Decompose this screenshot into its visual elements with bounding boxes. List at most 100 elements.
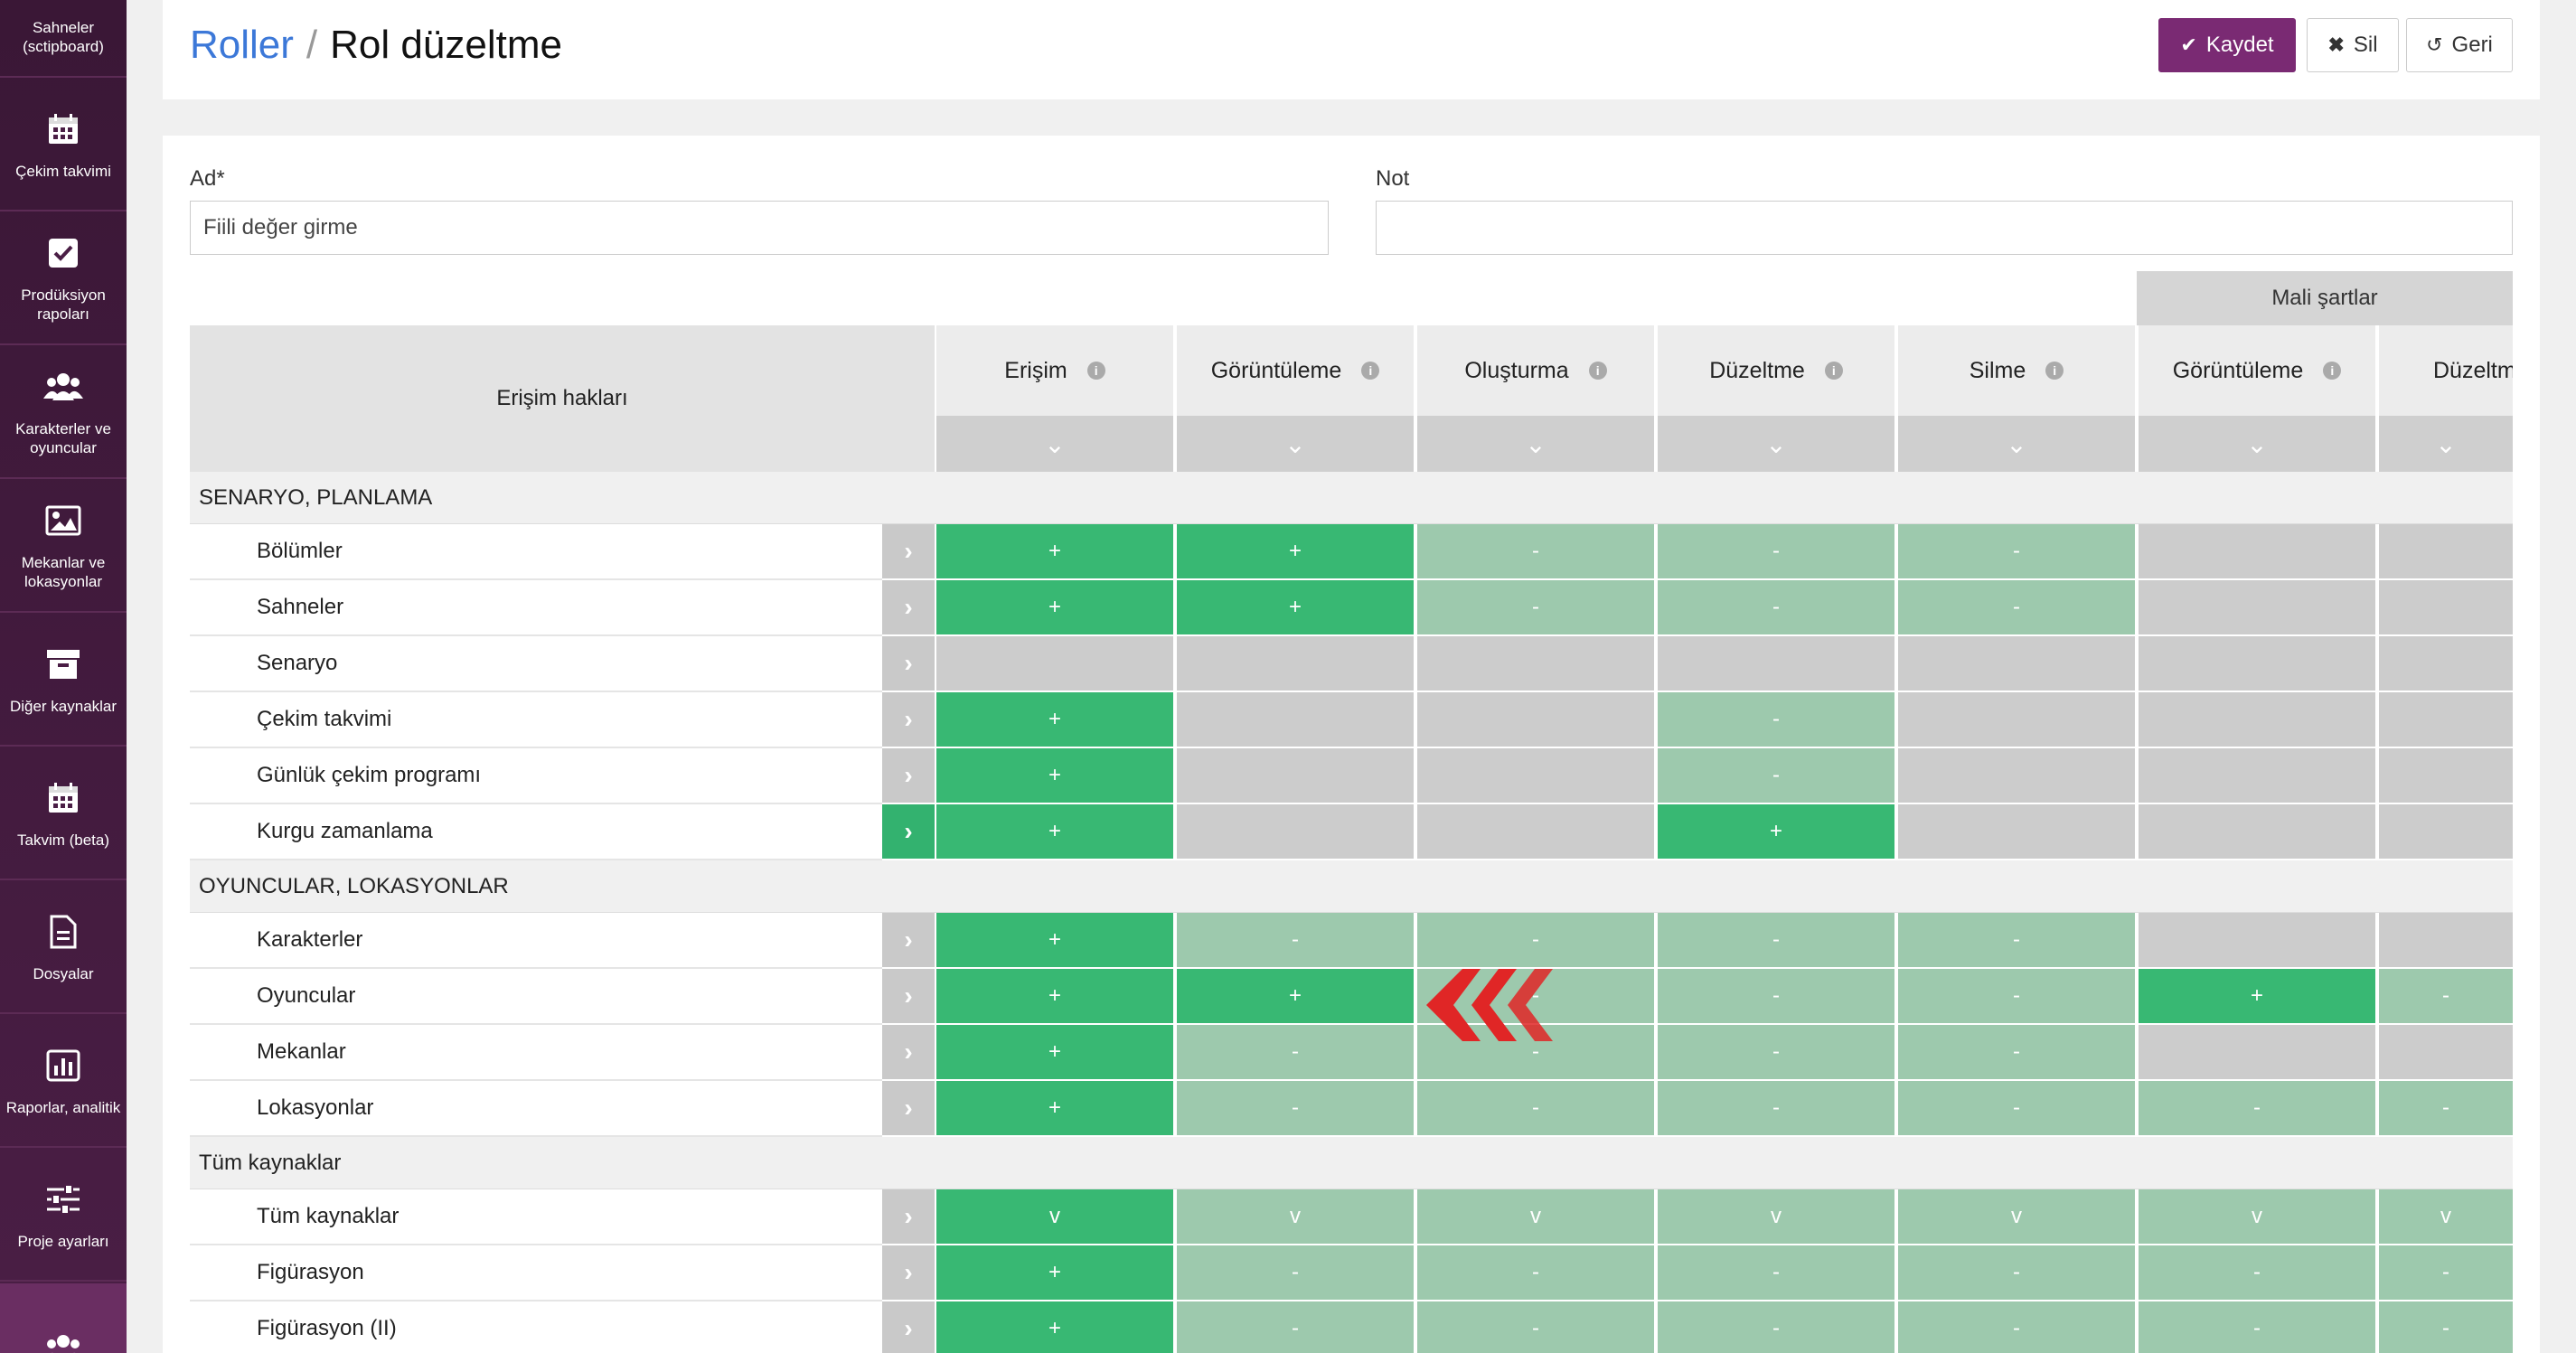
permission-cell[interactable] [2377,913,2513,969]
permission-cell[interactable] [2137,913,2375,969]
permission-cell[interactable] [1175,804,1414,860]
permission-cell[interactable] [1415,804,1654,860]
permission-cell[interactable]: - [1175,1301,1414,1353]
permission-cell[interactable]: + [935,913,1173,969]
info-icon[interactable]: i [1588,362,1607,380]
permission-cell[interactable] [2137,524,2375,580]
permission-cell[interactable] [1415,748,1654,804]
row-expand-chevron-right-icon[interactable]: › [882,969,935,1025]
permission-cell[interactable]: - [2377,1081,2513,1137]
info-icon[interactable]: i [2045,362,2064,380]
permission-cell[interactable]: - [1175,1081,1414,1137]
row-expand-chevron-right-icon[interactable]: › [882,524,935,580]
permission-cell[interactable] [935,636,1173,692]
sidebar-item-production-reports[interactable]: Prodüksiyon rapoları [0,213,127,345]
permission-cell[interactable] [1175,692,1414,748]
permission-cell[interactable] [2137,804,2375,860]
row-expand-chevron-right-icon[interactable]: › [882,913,935,969]
permission-cell[interactable]: - [1896,1245,2135,1301]
permission-cell[interactable]: - [1896,1081,2135,1137]
sidebar-item-project-settings[interactable]: Proje ayarları [0,1150,127,1282]
sidebar-item-files[interactable]: Dosyalar [0,882,127,1014]
info-icon[interactable]: i [1361,362,1380,380]
permission-cell[interactable] [2137,580,2375,636]
column-dropdown-chevron-down-icon[interactable]: ⌄ [2377,416,2513,472]
permission-cell[interactable] [1415,692,1654,748]
permission-cell[interactable]: - [1896,1301,2135,1353]
permission-cell[interactable]: + [935,748,1173,804]
permission-cell[interactable]: v [2377,1189,2513,1245]
permission-cell[interactable]: - [1896,580,2135,636]
permission-cell[interactable]: - [1415,913,1654,969]
row-expand-chevron-right-icon[interactable]: › [882,1189,935,1245]
sidebar-item-roles[interactable] [0,1283,127,1353]
permission-cell[interactable] [2137,636,2375,692]
row-expand-chevron-right-icon[interactable]: › [882,636,935,692]
permission-cell[interactable]: v [2137,1189,2375,1245]
row-expand-chevron-right-icon[interactable]: › [882,1025,935,1081]
permission-cell[interactable] [2137,748,2375,804]
permission-cell[interactable] [2377,804,2513,860]
permission-cell[interactable] [1896,692,2135,748]
permission-cell[interactable]: v [1415,1189,1654,1245]
permission-cell[interactable]: - [2137,1081,2375,1137]
delete-button[interactable]: ✖ Sil [2307,18,2399,72]
permission-cell[interactable] [1415,636,1654,692]
save-button[interactable]: ✔ Kaydet [2158,18,2296,72]
permission-cell[interactable]: - [1656,1081,1894,1137]
permission-cell[interactable]: - [1656,969,1894,1025]
permission-cell[interactable]: - [1415,1245,1654,1301]
permission-cell[interactable]: - [1656,748,1894,804]
info-icon[interactable]: i [1086,362,1105,380]
permission-cell[interactable]: - [1656,913,1894,969]
permission-cell[interactable]: + [935,1081,1173,1137]
permission-cell[interactable]: - [1656,1301,1894,1353]
permission-cell[interactable]: + [935,1301,1173,1353]
sidebar-item-other-resources[interactable]: Diğer kaynaklar [0,615,127,747]
permission-cell[interactable]: - [2137,1301,2375,1353]
permission-cell[interactable]: + [935,580,1173,636]
permission-cell[interactable]: - [1175,913,1414,969]
column-dropdown-chevron-down-icon[interactable]: ⌄ [1656,416,1894,472]
permission-cell[interactable]: - [1896,524,2135,580]
row-expand-chevron-right-icon[interactable]: › [882,692,935,748]
note-input[interactable] [1376,201,2513,255]
permission-cell[interactable]: v [1896,1189,2135,1245]
row-expand-chevron-right-icon[interactable]: › [882,1081,935,1137]
permission-cell[interactable] [2137,692,2375,748]
permission-cell[interactable] [2137,1025,2375,1081]
permission-cell[interactable]: - [1896,1025,2135,1081]
permission-cell[interactable]: - [1175,1245,1414,1301]
back-button[interactable]: ↺ Geri [2406,18,2513,72]
breadcrumb-roles-link[interactable]: Roller [190,23,294,67]
sidebar-item-calendar-beta[interactable]: Takvim (beta) [0,748,127,880]
permission-cell[interactable]: - [2137,1245,2375,1301]
column-dropdown-chevron-down-icon[interactable]: ⌄ [1175,416,1414,472]
permission-cell[interactable]: + [2137,969,2375,1025]
permission-cell[interactable]: + [935,1025,1173,1081]
permission-cell[interactable]: - [1175,1025,1414,1081]
permission-cell[interactable]: - [1656,580,1894,636]
permission-cell[interactable]: + [1175,969,1414,1025]
permission-cell[interactable]: - [2377,1301,2513,1353]
permission-cell[interactable]: + [935,1245,1173,1301]
permission-cell[interactable]: - [2377,969,2513,1025]
permission-cell[interactable]: - [1656,1025,1894,1081]
info-icon[interactable]: i [2323,362,2342,380]
permission-cell[interactable]: - [2377,1245,2513,1301]
permission-cell[interactable] [1896,804,2135,860]
permission-cell[interactable]: - [1656,1245,1894,1301]
permission-cell[interactable] [2377,636,2513,692]
sidebar-item-reports[interactable]: Raporlar, analitik [0,1016,127,1148]
permission-cell[interactable]: v [935,1189,1173,1245]
column-dropdown-chevron-down-icon[interactable]: ⌄ [1415,416,1654,472]
sidebar-item-shooting-schedule[interactable]: Çekim takvimi [0,80,127,211]
permission-cell[interactable]: v [1656,1189,1894,1245]
column-dropdown-chevron-down-icon[interactable]: ⌄ [2137,416,2375,472]
sidebar-item-scenes[interactable]: Sahneler (sctipboard) [0,0,127,78]
permission-cell[interactable] [2377,524,2513,580]
permission-cell[interactable] [1175,636,1414,692]
sidebar-item-locations[interactable]: Mekanlar ve lokasyonlar [0,481,127,613]
permission-cell[interactable]: + [935,969,1173,1025]
permission-cell[interactable] [2377,580,2513,636]
